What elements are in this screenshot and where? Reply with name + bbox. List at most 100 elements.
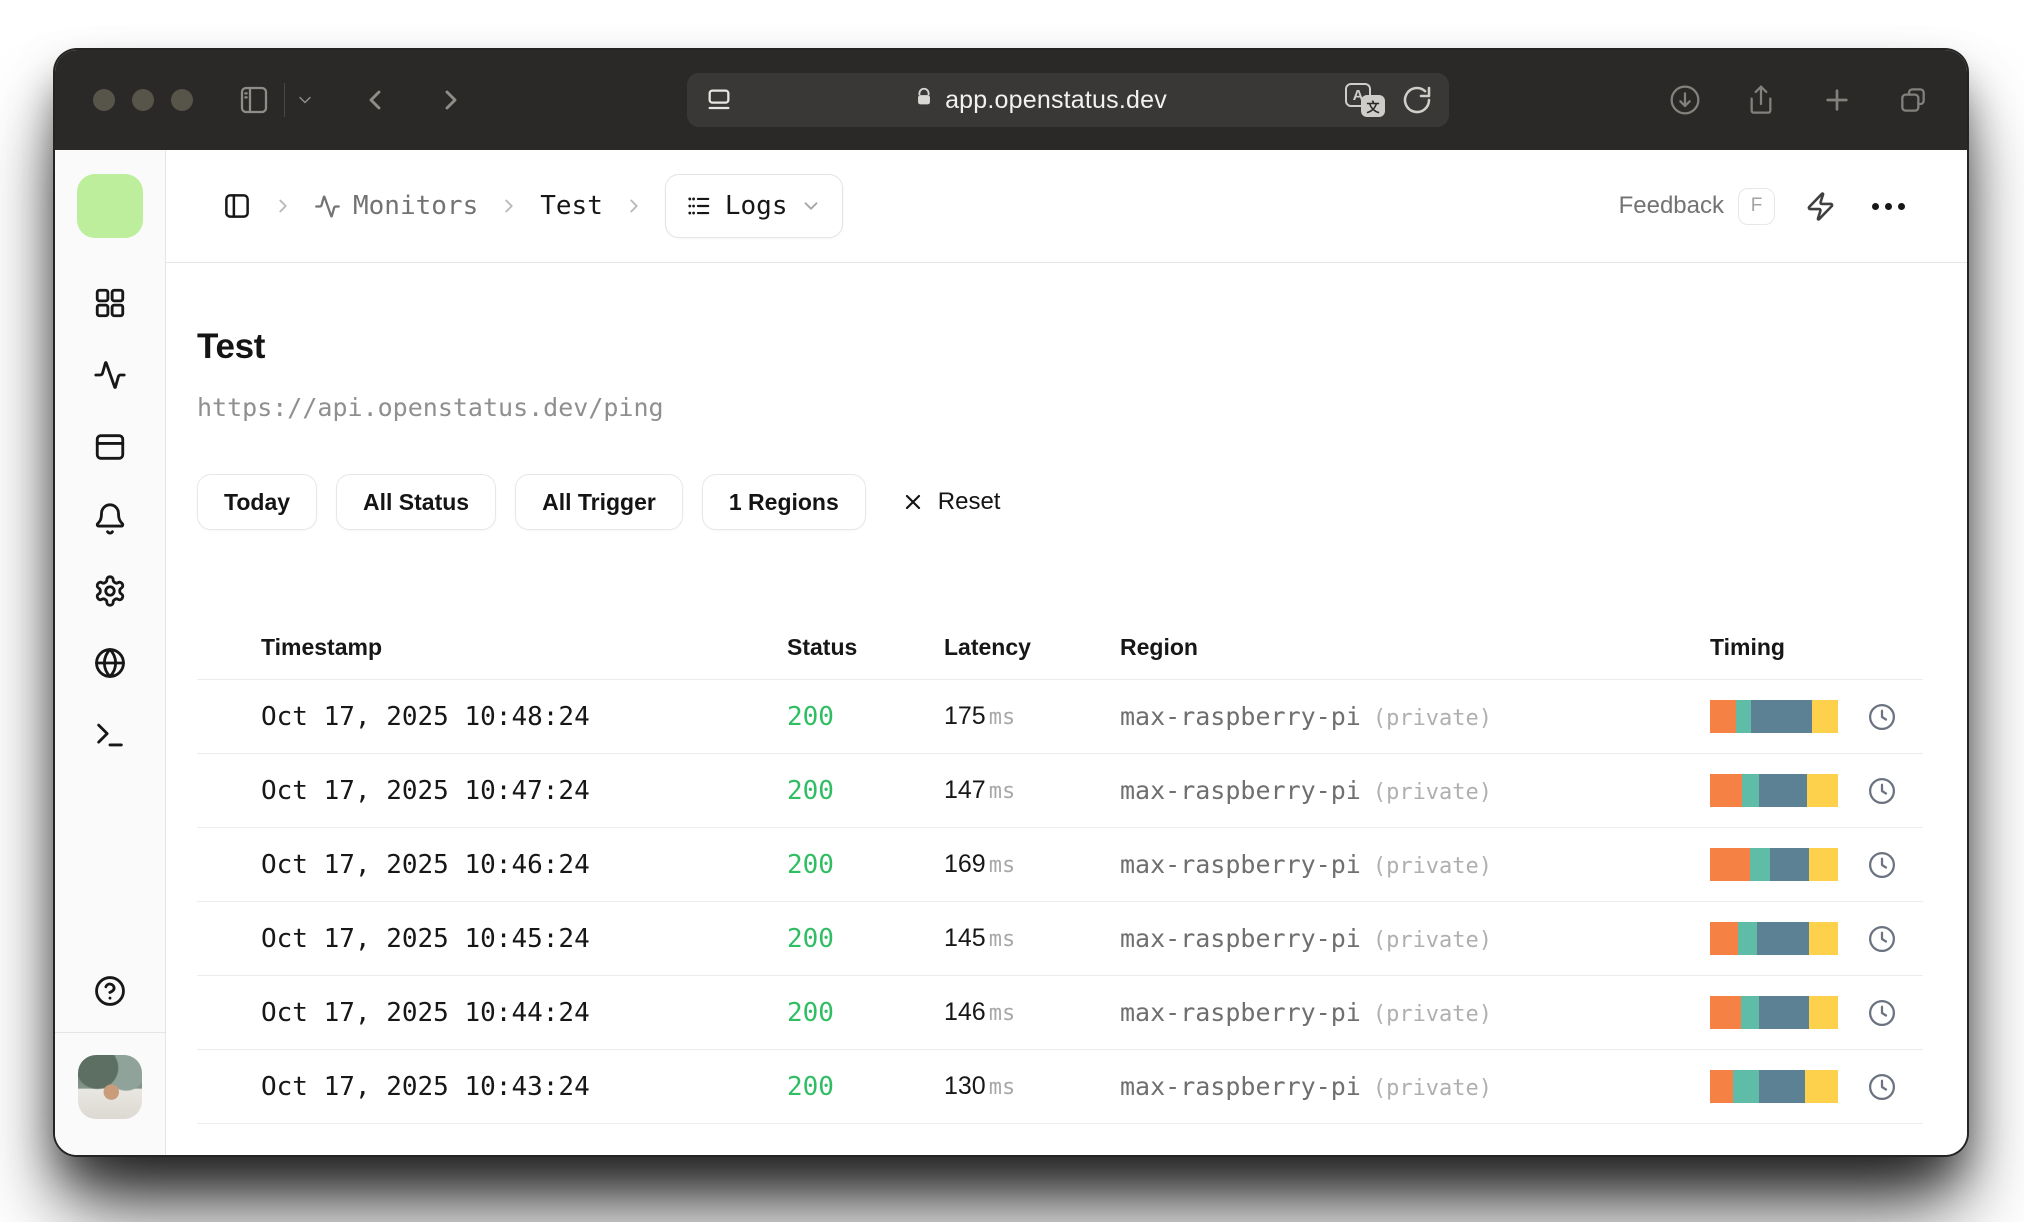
log-latency-unit: ms [988,853,1016,878]
list-icon [686,193,712,219]
log-table-row[interactable]: Oct 17, 2025 10:47:24 200 147 ms max-ras… [197,754,1923,828]
reset-filters-button[interactable]: Reset [901,488,1001,516]
log-region-note: (private) [1372,1002,1493,1027]
feedback-button[interactable]: Feedback F [1618,187,1775,225]
filter-trigger-button[interactable]: All Trigger [515,474,683,530]
x-icon [901,490,925,514]
log-timestamp: Oct 17, 2025 10:43:24 [261,1071,590,1102]
clock-icon [1867,850,1897,880]
breadcrumb-monitor-name[interactable]: Test [540,191,603,221]
app-sidebar-toggle-icon[interactable] [222,191,252,221]
sidebar-divider [55,1032,165,1033]
tab-overview-icon[interactable] [1897,84,1929,116]
chevron-right-icon [498,195,520,217]
app-sidebar [55,150,166,1155]
logs-table: Timestamp Status Latency Region Timing O… [197,616,1923,1124]
page-title: Test [197,327,266,366]
log-region: max-raspberry-pi [1120,1072,1361,1101]
feedback-shortcut-badge: F [1738,187,1775,225]
timing-waterfall-bar [1710,996,1838,1029]
monitors-activity-icon[interactable] [93,358,127,392]
breadcrumb-monitors[interactable]: Monitors [314,191,478,221]
settings-gear-icon[interactable] [93,574,127,608]
clock-icon [1867,924,1897,954]
chevron-right-icon [272,195,294,217]
sidebar-toggle-icon[interactable] [238,84,270,116]
back-icon[interactable] [359,84,391,116]
more-options-button[interactable] [1866,197,1911,216]
log-table-row[interactable]: Oct 17, 2025 10:46:24 200 169 ms max-ras… [197,828,1923,902]
log-timestamp: Oct 17, 2025 10:45:24 [261,923,590,954]
clock-icon [1867,1072,1897,1102]
zoom-window-button[interactable] [171,89,193,111]
new-tab-icon[interactable] [1821,84,1853,116]
timing-waterfall-bar [1710,922,1838,955]
log-table-row[interactable]: Oct 17, 2025 10:45:24 200 145 ms max-ras… [197,902,1923,976]
log-table-row[interactable]: Oct 17, 2025 10:44:24 200 146 ms max-ras… [197,976,1923,1050]
filter-status-button[interactable]: All Status [336,474,497,530]
translate-icon[interactable]: A文 [1345,83,1385,117]
forward-icon[interactable] [435,84,467,116]
log-status-code: 200 [787,923,834,954]
log-latency-unit: ms [988,779,1016,804]
view-selector-logs[interactable]: Logs [664,174,844,238]
clock-icon [1867,998,1897,1028]
timing-waterfall-bar [1710,700,1838,733]
column-header-status: Status [787,634,858,660]
log-latency-unit: ms [988,1075,1016,1100]
log-table-row[interactable]: Oct 17, 2025 10:48:24 200 175 ms max-ras… [197,680,1923,754]
activity-icon [314,193,341,220]
log-latency-unit: ms [988,1001,1016,1026]
divider [284,83,285,117]
logs-label: Logs [724,191,788,221]
share-icon[interactable] [1745,84,1777,116]
command-zap-icon[interactable] [1805,191,1836,222]
workspace-logo[interactable] [77,174,143,238]
column-header-region: Region [1120,634,1198,660]
close-window-button[interactable] [93,89,115,111]
clock-icon [1867,702,1897,732]
domains-globe-icon[interactable] [93,646,127,680]
table-header-row: Timestamp Status Latency Region Timing [197,616,1923,680]
breadcrumb-bar: Monitors Test Logs Feedback F [166,150,1967,263]
log-timestamp: Oct 17, 2025 10:47:24 [261,775,590,806]
address-bar[interactable]: app.openstatus.dev A文 [687,73,1449,127]
browser-window: app.openstatus.dev A文 Monitors Test Logs… [55,50,1967,1155]
log-status-code: 200 [787,775,834,806]
help-circle-icon[interactable] [93,974,127,1008]
log-region-note: (private) [1372,706,1493,731]
timing-waterfall-bar [1710,774,1838,807]
user-avatar[interactable] [78,1055,142,1119]
reload-icon[interactable] [1401,84,1433,116]
sidebar-chevron-down-icon[interactable] [295,90,315,110]
filter-regions-button[interactable]: 1 Regions [701,474,866,530]
column-header-timing: Timing [1710,634,1785,660]
log-latency-value: 169 [944,850,986,878]
log-region-note: (private) [1372,854,1493,879]
log-timestamp: Oct 17, 2025 10:44:24 [261,997,590,1028]
page-menu-icon[interactable] [703,84,735,116]
log-region: max-raspberry-pi [1120,924,1361,953]
dashboard-grid-icon[interactable] [93,286,127,320]
log-table-row[interactable]: Oct 17, 2025 10:43:24 200 130 ms max-ras… [197,1050,1923,1124]
log-status-code: 200 [787,849,834,880]
feedback-label: Feedback [1618,192,1724,219]
log-latency-value: 147 [944,776,986,804]
url-text: app.openstatus.dev [945,85,1167,114]
column-header-timestamp: Timestamp [261,634,383,660]
log-latency-unit: ms [988,927,1016,952]
log-region: max-raspberry-pi [1120,776,1361,805]
minimize-window-button[interactable] [132,89,154,111]
log-latency-value: 146 [944,998,986,1026]
chevron-right-icon [623,195,645,217]
status-pages-panel-icon[interactable] [93,430,127,464]
downloads-icon[interactable] [1669,84,1701,116]
log-timestamp: Oct 17, 2025 10:48:24 [261,701,590,732]
reset-label: Reset [937,488,1001,515]
log-region-note: (private) [1372,928,1493,953]
clock-icon [1867,776,1897,806]
cli-terminal-icon[interactable] [93,718,127,752]
log-latency-value: 130 [944,1072,986,1100]
notifications-bell-icon[interactable] [93,502,127,536]
filter-period-button[interactable]: Today [197,474,318,530]
